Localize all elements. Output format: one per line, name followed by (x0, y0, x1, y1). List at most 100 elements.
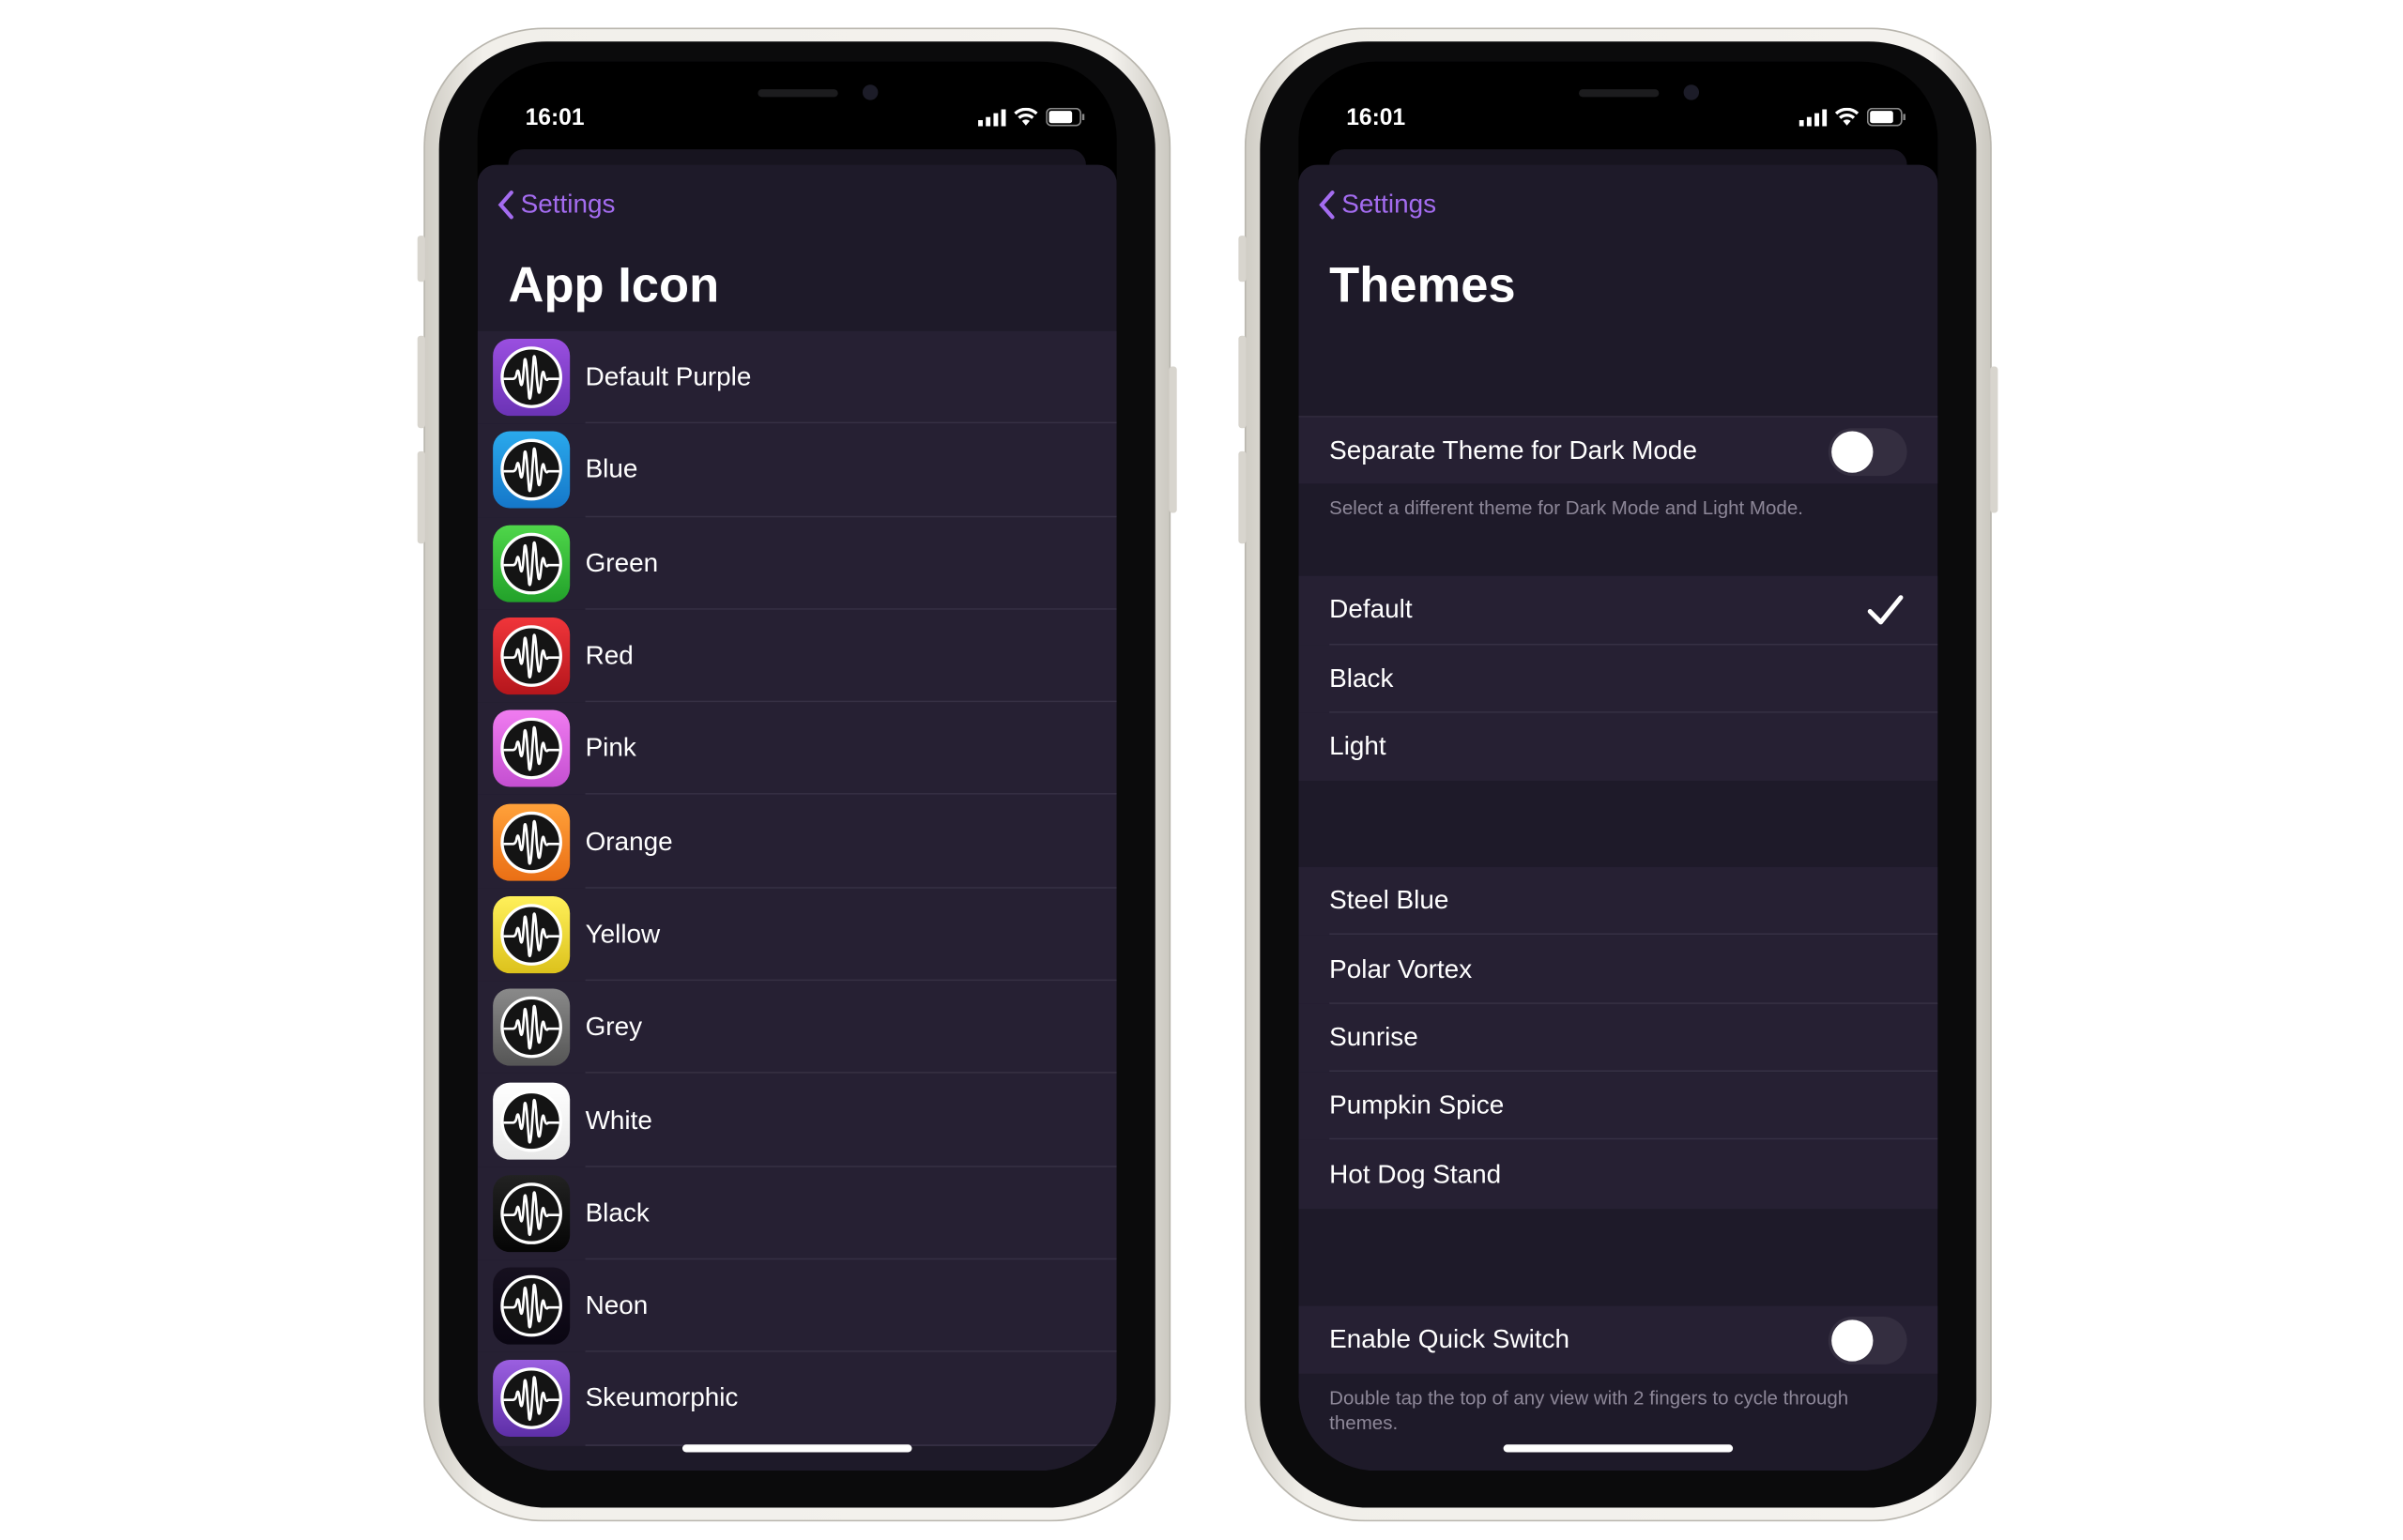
theme-option[interactable]: Polar Vortex (1298, 935, 1938, 1005)
speaker (758, 89, 838, 98)
icon-option-label: Neon (585, 1290, 649, 1320)
theme-label: Light (1329, 731, 1386, 761)
icon-option[interactable]: Yellow (477, 888, 1117, 982)
themes-sheet: Settings Themes Separate Theme for Dark … (1298, 164, 1938, 1471)
icon-option[interactable]: Red (477, 609, 1117, 704)
icon-option[interactable]: Green (477, 516, 1117, 611)
toggle-knob (1831, 431, 1874, 473)
app-icon-preview (493, 1360, 571, 1438)
app-icon-preview (493, 618, 571, 695)
theme-option[interactable]: Hot Dog Stand (1298, 1139, 1938, 1209)
app-icon-preview (493, 895, 571, 973)
separate-theme-label: Separate Theme for Dark Mode (1329, 435, 1697, 465)
app-icon-preview (493, 802, 571, 881)
signal-icon (1798, 108, 1828, 126)
theme-option[interactable]: Default (1298, 576, 1938, 646)
status-icons (978, 107, 1086, 127)
icon-option[interactable]: Black (477, 1166, 1117, 1260)
phone-right: 16:01 Settings Themes Separate Theme for… (1238, 27, 1998, 1522)
app-icon-preview (493, 525, 571, 602)
mute-switch (1238, 236, 1247, 282)
chevron-left-icon (1319, 191, 1335, 220)
app-icon-preview (493, 710, 571, 788)
themes-content: Separate Theme for Dark Mode Select a di… (1298, 416, 1938, 1435)
app-icon-preview (493, 1174, 571, 1252)
side-button (1990, 366, 1998, 513)
quick-switch-label: Enable Quick Switch (1329, 1323, 1570, 1354)
camera (862, 84, 879, 100)
toggle-knob (1831, 1319, 1874, 1362)
speaker (1579, 89, 1660, 98)
app-icon-preview (493, 1081, 571, 1159)
separate-theme-row: Separate Theme for Dark Mode (1298, 416, 1938, 484)
extra-themes-list: Steel Blue Polar Vortex Sunrise Pumpkin Spi… (1298, 867, 1938, 1209)
screen: 16:01 Settings Themes Separate Theme for… (1298, 61, 1938, 1471)
icon-option-label: Yellow (585, 919, 661, 949)
theme-option[interactable]: Light (1298, 712, 1938, 782)
theme-label: Polar Vortex (1329, 953, 1473, 983)
icon-option[interactable]: Skeumorphic (477, 1352, 1117, 1446)
icon-list: Default Purple Blue Green Red Pink Orange Yell… (477, 330, 1117, 1446)
icon-option-label: Grey (585, 1012, 643, 1042)
phone-left: 16:01 Settings App Icon Default Purple Bl… (417, 27, 1177, 1522)
volume-down-button (417, 450, 425, 544)
icon-option-label: Skeumorphic (585, 1383, 739, 1413)
separate-theme-footer: Select a different theme for Dark Mode a… (1329, 497, 1803, 520)
status-time: 16:01 (525, 104, 585, 131)
app-icon-preview (493, 988, 571, 1066)
volume-up-button (1238, 335, 1247, 429)
page-title: App Icon (508, 257, 720, 313)
side-button (1169, 366, 1177, 513)
screen: 16:01 Settings App Icon Default Purple Bl… (477, 61, 1117, 1471)
signal-icon (978, 108, 1006, 126)
theme-label: Sunrise (1329, 1022, 1418, 1052)
icon-option-label: Black (585, 1197, 650, 1227)
back-button[interactable]: Settings (496, 190, 615, 221)
icon-option[interactable]: Grey (477, 981, 1117, 1075)
back-label: Settings (520, 189, 616, 220)
icon-option-label: Green (585, 547, 659, 577)
separate-theme-toggle[interactable] (1828, 428, 1907, 477)
page-title: Themes (1329, 257, 1516, 313)
quick-switch-row: Enable Quick Switch (1298, 1305, 1938, 1374)
theme-label: Black (1329, 663, 1394, 694)
icon-option[interactable]: Orange (477, 795, 1117, 889)
theme-label: Pumpkin Spice (1329, 1090, 1505, 1121)
theme-option[interactable]: Black (1298, 644, 1938, 714)
basic-themes-list: Default Black Light (1298, 576, 1938, 782)
quick-switch-footer: Double tap the top of any view with 2 fi… (1329, 1387, 1849, 1434)
theme-label: Steel Blue (1329, 886, 1449, 916)
theme-option[interactable]: Sunrise (1298, 1003, 1938, 1073)
icon-option-label: White (585, 1105, 652, 1135)
quick-switch-toggle[interactable] (1828, 1316, 1907, 1365)
back-button[interactable]: Settings (1317, 190, 1436, 221)
home-indicator[interactable] (1503, 1444, 1734, 1453)
battery-icon (1046, 107, 1085, 127)
battery-icon (1866, 107, 1906, 127)
icon-option[interactable]: Neon (477, 1259, 1117, 1353)
icon-option[interactable]: White (477, 1074, 1117, 1167)
icon-option-label: Orange (585, 826, 673, 856)
theme-label: Hot Dog Stand (1329, 1158, 1502, 1189)
app-icon-sheet: Settings App Icon Default Purple Blue Gree… (477, 164, 1117, 1471)
home-indicator[interactable] (681, 1444, 912, 1453)
volume-down-button (1238, 450, 1247, 544)
icon-option-label: Default Purple (585, 361, 752, 392)
checkmark-icon (1867, 595, 1904, 625)
theme-label: Default (1329, 595, 1413, 625)
icon-option-label: Red (585, 640, 634, 670)
volume-up-button (417, 335, 425, 429)
back-label: Settings (1341, 189, 1437, 220)
icon-option[interactable]: Default Purple (477, 330, 1117, 425)
icon-option-label: Blue (585, 454, 638, 484)
app-icon-preview (493, 339, 571, 417)
status-time: 16:01 (1346, 104, 1406, 131)
icon-option-label: Pink (585, 733, 636, 763)
camera (1683, 84, 1700, 100)
theme-option[interactable]: Steel Blue (1298, 867, 1938, 937)
icon-option[interactable]: Blue (477, 423, 1117, 518)
icon-option[interactable]: Pink (477, 702, 1117, 797)
theme-option[interactable]: Pumpkin Spice (1298, 1072, 1938, 1141)
